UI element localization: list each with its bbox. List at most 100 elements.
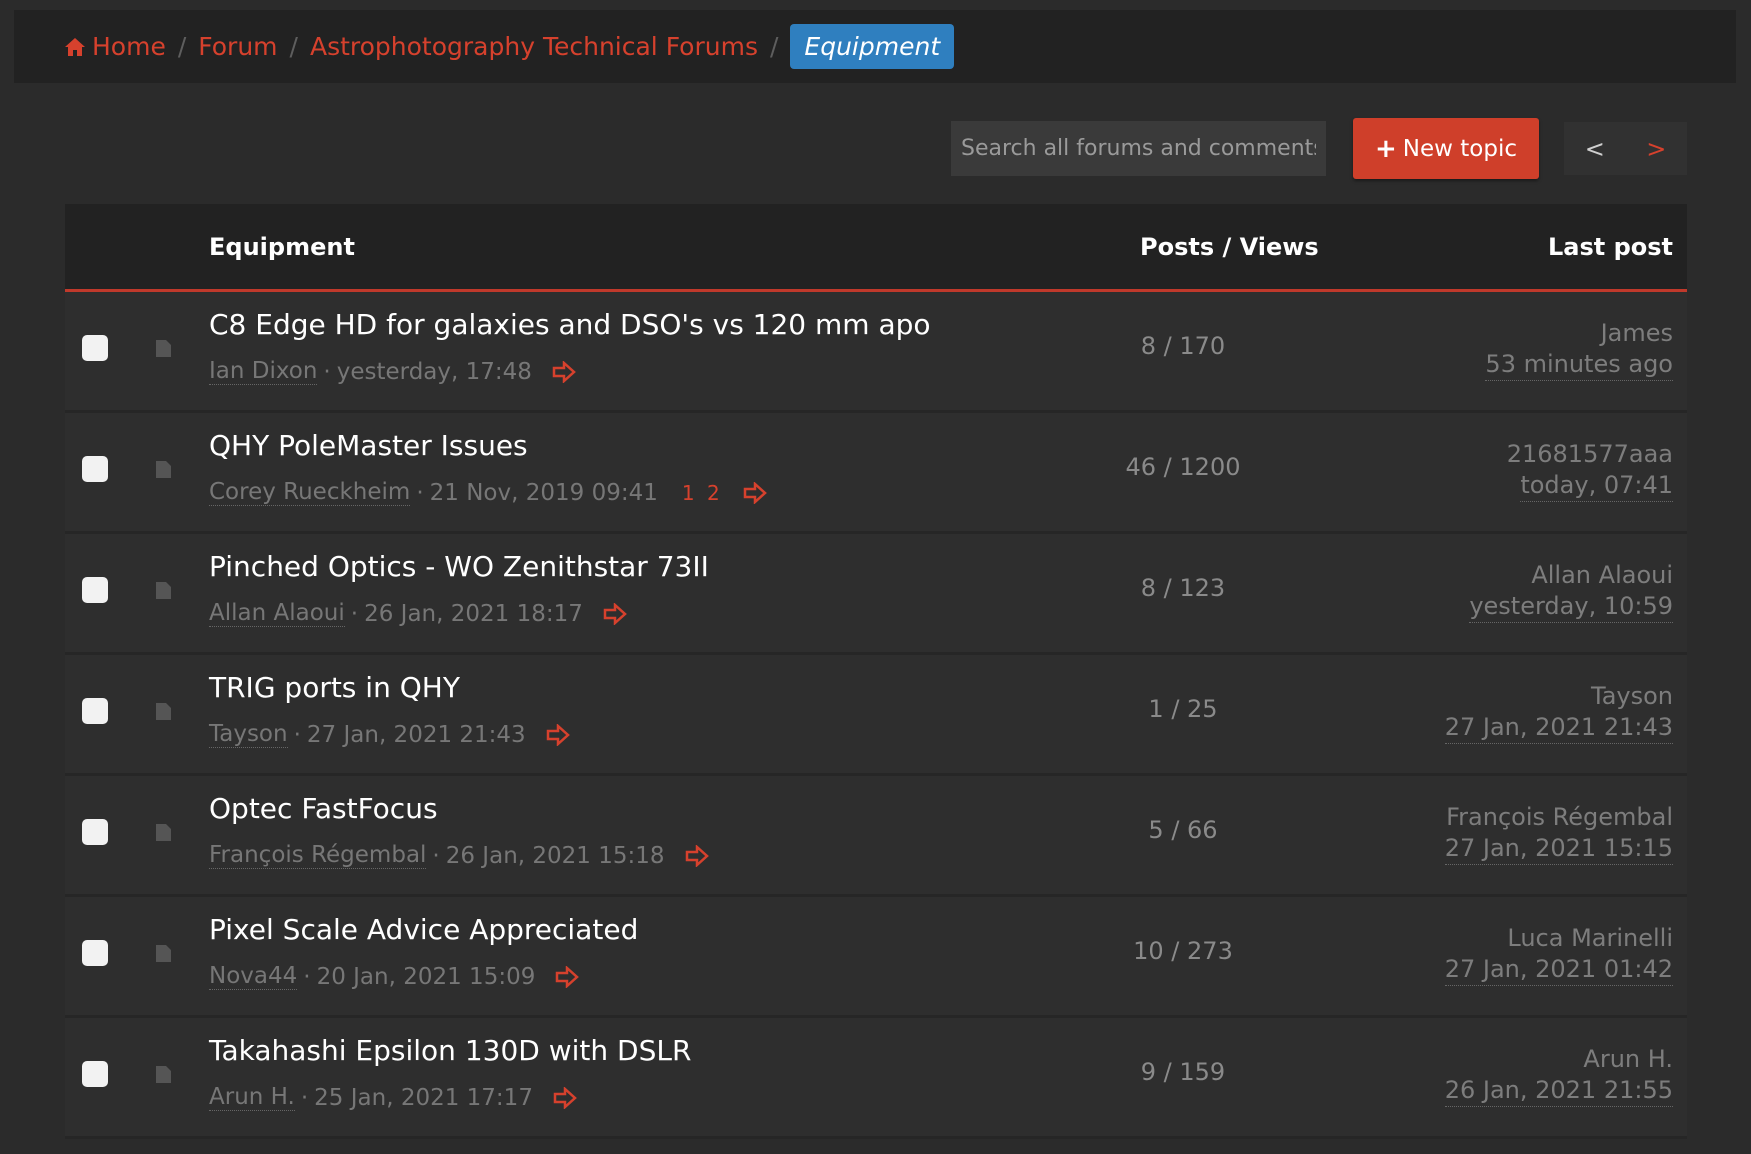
topic-meta: Arun H. · 25 Jan, 2021 17:17 [209, 1084, 577, 1111]
meta-separator: · [432, 842, 440, 869]
breadcrumb-current[interactable]: Equipment [790, 24, 955, 69]
next-page-button[interactable]: > [1646, 135, 1666, 163]
topic-author-link[interactable]: Nova44 [209, 963, 298, 990]
topic-row: Takahashi Epsilon 130D with DSLR Arun H.… [65, 1018, 1687, 1139]
forum-page: Home / Forum / Astrophotography Technica… [0, 0, 1751, 1154]
breadcrumb-separator: / [289, 32, 298, 61]
posts-views-count: 8 / 170 [1140, 332, 1226, 360]
last-post-time[interactable]: 27 Jan, 2021 21:43 [1444, 712, 1673, 744]
last-post-time[interactable]: today, 07:41 [1520, 470, 1673, 502]
last-post-user[interactable]: Arun H. [1445, 1044, 1673, 1075]
topic-table: Equipment Posts / Views Last post C8 Edg… [65, 204, 1687, 1139]
topic-meta: François Régembal · 26 Jan, 2021 15:18 [209, 842, 709, 869]
topic-author-link[interactable]: Corey Rueckheim [209, 479, 411, 506]
topic-title-link[interactable]: C8 Edge HD for galaxies and DSO's vs 120… [209, 308, 931, 341]
topic-author-link[interactable]: Arun H. [209, 1084, 295, 1111]
breadcrumb-separator: / [769, 32, 779, 61]
topic-title-link[interactable]: Pixel Scale Advice Appreciated [209, 913, 638, 946]
topic-row: Pinched Optics - WO Zenithstar 73II Alla… [65, 534, 1687, 655]
topic-title-link[interactable]: TRIG ports in QHY [209, 671, 460, 704]
new-topic-label: New topic [1402, 135, 1517, 162]
topic-meta: Corey Rueckheim · 21 Nov, 2019 09:41 1 2 [209, 479, 767, 506]
new-topic-button[interactable]: + New topic [1353, 118, 1539, 179]
last-post-info: James 53 minutes ago [1485, 318, 1673, 381]
row-checkbox[interactable] [82, 940, 108, 966]
meta-separator: · [323, 358, 331, 385]
topic-author-link[interactable]: Ian Dixon [209, 358, 318, 385]
topic-author-link[interactable]: Allan Alaoui [209, 600, 345, 627]
topic-title-link[interactable]: QHY PoleMaster Issues [209, 429, 528, 462]
topic-author-link[interactable]: François Régembal [209, 842, 427, 869]
breadcrumb-home-label: Home [92, 32, 166, 61]
search-input[interactable] [951, 121, 1326, 176]
goto-last-post-icon[interactable] [743, 481, 767, 504]
topic-meta: Nova44 · 20 Jan, 2021 15:09 [209, 963, 580, 990]
goto-last-post-icon[interactable] [546, 723, 570, 746]
meta-separator: · [303, 963, 311, 990]
last-post-time[interactable]: 53 minutes ago [1485, 349, 1673, 381]
last-post-info: 21681577aaa today, 07:41 [1507, 439, 1673, 502]
document-icon [156, 824, 171, 841]
topic-author-link[interactable]: Tayson [209, 721, 288, 748]
topic-title-link[interactable]: Optec FastFocus [209, 792, 438, 825]
row-checkbox[interactable] [82, 819, 108, 845]
meta-separator: · [350, 600, 359, 627]
last-post-info: Allan Alaoui yesterday, 10:59 [1469, 560, 1673, 623]
breadcrumb-home-link[interactable]: Home [64, 32, 166, 61]
last-post-user[interactable]: Allan Alaoui [1469, 560, 1673, 591]
document-icon [156, 703, 171, 720]
meta-separator: · [416, 479, 424, 506]
previous-page-button[interactable]: < [1585, 135, 1605, 163]
last-post-time[interactable]: 27 Jan, 2021 15:15 [1444, 833, 1673, 865]
pagination: < > [1564, 122, 1687, 175]
document-icon [156, 340, 171, 357]
last-post-info: François Régembal 27 Jan, 2021 15:15 [1444, 802, 1673, 865]
last-post-user[interactable]: James [1485, 318, 1673, 349]
table-header: Equipment Posts / Views Last post [65, 204, 1687, 292]
topic-pages-links[interactable]: 1 2 [682, 481, 723, 505]
topic-date: 20 Jan, 2021 15:09 [316, 963, 536, 990]
topic-title-link[interactable]: Pinched Optics - WO Zenithstar 73II [209, 550, 709, 583]
last-post-user[interactable]: Luca Marinelli [1445, 923, 1673, 954]
last-post-user[interactable]: 21681577aaa [1507, 439, 1673, 470]
row-checkbox[interactable] [82, 577, 108, 603]
last-post-info: Luca Marinelli 27 Jan, 2021 01:42 [1444, 923, 1673, 986]
row-checkbox[interactable] [82, 335, 108, 361]
topic-title-link[interactable]: Takahashi Epsilon 130D with DSLR [209, 1034, 691, 1067]
topic-row: Pixel Scale Advice Appreciated Nova44 · … [65, 897, 1687, 1018]
posts-views-count: 46 / 1200 [1125, 453, 1241, 481]
posts-views-count: 5 / 66 [1148, 816, 1218, 844]
posts-views-count: 9 / 159 [1140, 1058, 1226, 1086]
header-title: Equipment [209, 232, 355, 261]
last-post-time[interactable]: yesterday, 10:59 [1469, 591, 1673, 623]
topic-date: 27 Jan, 2021 21:43 [306, 721, 526, 748]
row-checkbox[interactable] [82, 1061, 108, 1087]
breadcrumb-section-link[interactable]: Astrophotography Technical Forums [310, 32, 758, 61]
topic-meta: Tayson · 27 Jan, 2021 21:43 [209, 721, 570, 748]
goto-last-post-icon[interactable] [555, 965, 580, 988]
topic-date: yesterday, 17:48 [336, 358, 532, 385]
topic-row: C8 Edge HD for galaxies and DSO's vs 120… [65, 292, 1687, 413]
goto-last-post-icon[interactable] [685, 844, 709, 867]
last-post-time[interactable]: 26 Jan, 2021 21:55 [1444, 1075, 1673, 1107]
last-post-user[interactable]: Tayson [1445, 681, 1673, 712]
last-post-info: Arun H. 26 Jan, 2021 21:55 [1444, 1044, 1673, 1107]
last-post-time[interactable]: 27 Jan, 2021 01:42 [1444, 954, 1673, 986]
goto-last-post-icon[interactable] [553, 1086, 577, 1109]
plus-icon: + [1375, 133, 1397, 164]
topic-date: 21 Nov, 2019 09:41 [429, 479, 658, 506]
last-post-user[interactable]: François Régembal [1445, 802, 1673, 833]
home-icon [65, 37, 85, 56]
goto-last-post-icon[interactable] [552, 360, 576, 383]
topic-row: TRIG ports in QHY Tayson · 27 Jan, 2021 … [65, 655, 1687, 776]
topic-row: QHY PoleMaster Issues Corey Rueckheim · … [65, 413, 1687, 534]
goto-last-post-icon[interactable] [603, 602, 627, 625]
document-icon [156, 582, 171, 599]
header-last-post: Last post [1547, 232, 1673, 261]
posts-views-count: 10 / 273 [1133, 937, 1233, 965]
posts-views-count: 1 / 25 [1148, 695, 1218, 723]
row-checkbox[interactable] [82, 456, 108, 482]
topic-date: 25 Jan, 2021 17:17 [314, 1084, 533, 1111]
breadcrumb-forum-link[interactable]: Forum [198, 32, 277, 61]
row-checkbox[interactable] [82, 698, 108, 724]
